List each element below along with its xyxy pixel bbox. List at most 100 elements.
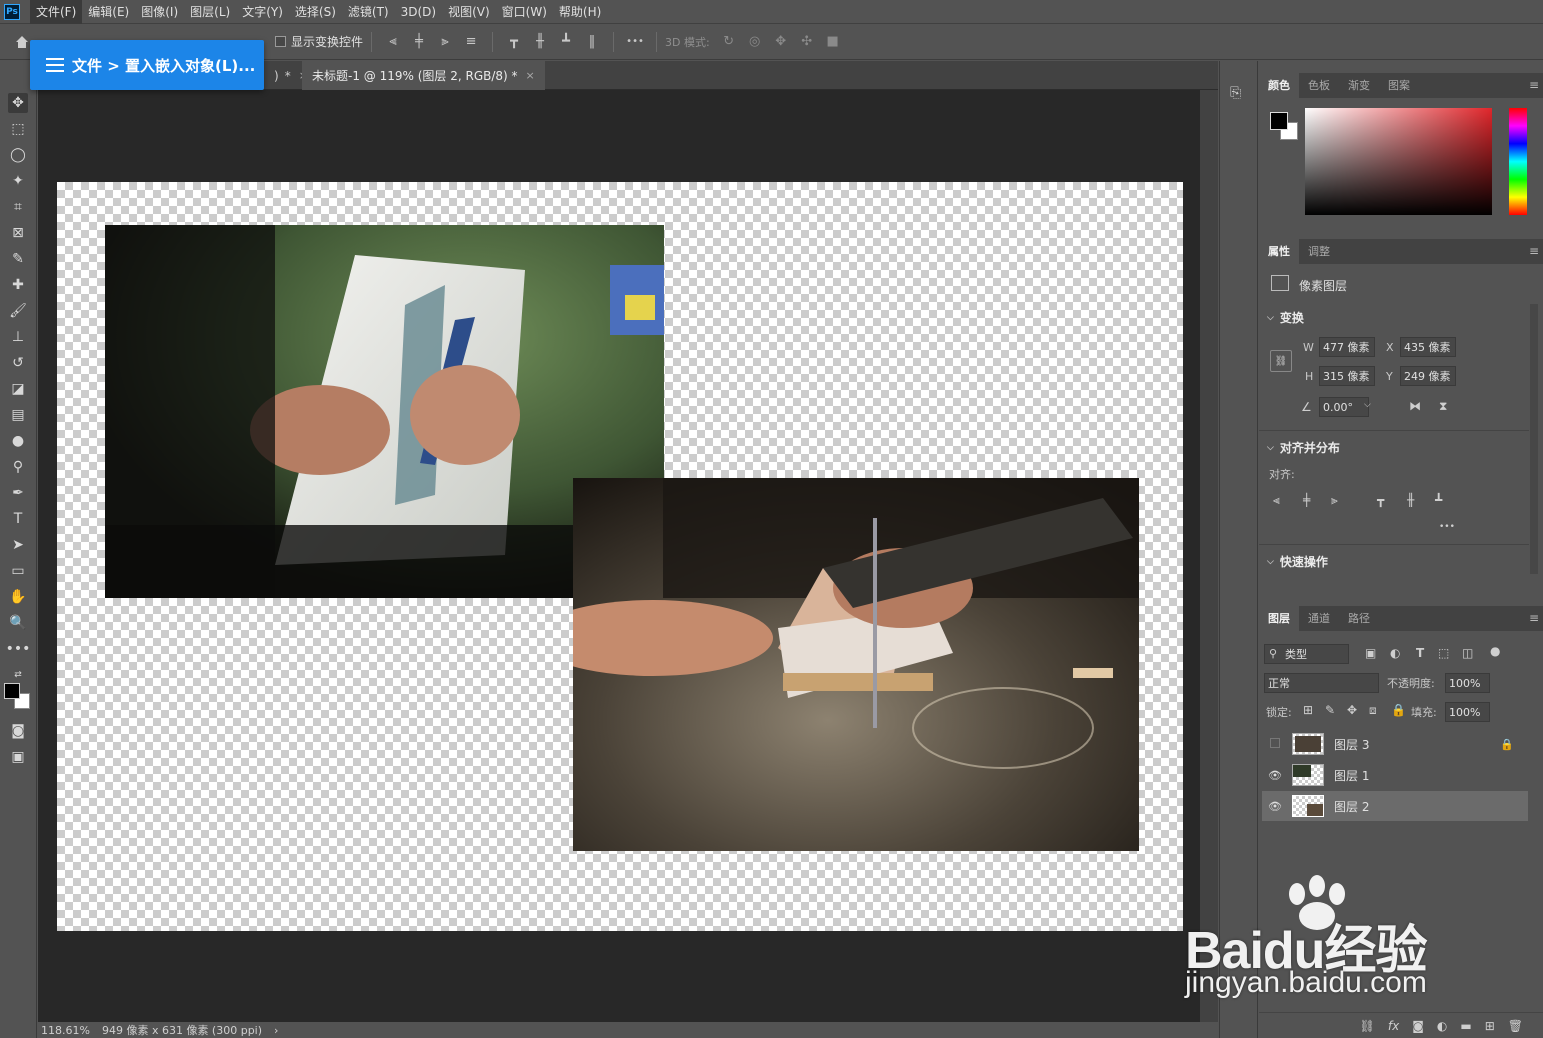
pen-tool-icon[interactable]: ✒ bbox=[8, 483, 28, 503]
add-mask-icon[interactable]: ◙ bbox=[1412, 1019, 1424, 1033]
layer-2-image[interactable] bbox=[573, 478, 1139, 851]
magic-wand-icon[interactable]: ✦ bbox=[8, 171, 28, 191]
align-left-icon[interactable]: ⫷ bbox=[1273, 493, 1280, 508]
show-transform-checkbox[interactable] bbox=[275, 36, 286, 47]
hand-tool-icon[interactable]: ✋ bbox=[8, 587, 28, 607]
tab-layers[interactable]: 图层 bbox=[1259, 606, 1299, 631]
3d-slide-icon[interactable]: ✣ bbox=[799, 34, 815, 50]
filter-adjustment-icon[interactable]: ◐ bbox=[1390, 646, 1400, 660]
menu-image[interactable]: 图像(I) bbox=[135, 0, 184, 24]
link-layers-icon[interactable]: ⛓ bbox=[1360, 1019, 1375, 1033]
panel-menu-icon[interactable]: ≡ bbox=[1529, 611, 1539, 625]
crop-tool-icon[interactable]: ⌗ bbox=[8, 197, 28, 217]
align-top-icon[interactable]: ┳ bbox=[506, 34, 522, 50]
tab-color[interactable]: 颜色 bbox=[1259, 73, 1299, 98]
align-section[interactable]: ⌵ 对齐并分布 bbox=[1267, 439, 1340, 456]
align-bottom-icon[interactable]: ┻ bbox=[558, 34, 574, 50]
flip-vertical-icon[interactable]: ⧗ bbox=[1439, 399, 1447, 414]
eraser-tool-icon[interactable]: ◪ bbox=[8, 379, 28, 399]
menu-file[interactable]: 文件(F) bbox=[30, 0, 83, 24]
3d-orbit-icon[interactable]: ↻ bbox=[721, 34, 737, 50]
quick-actions-section[interactable]: ⌵ 快速操作 bbox=[1267, 553, 1328, 570]
menu-edit[interactable]: 编辑(E) bbox=[82, 0, 135, 24]
filter-toggle-icon[interactable]: ● bbox=[1490, 644, 1500, 658]
tab-properties[interactable]: 属性 bbox=[1259, 239, 1299, 264]
flip-horizontal-icon[interactable]: ⧓ bbox=[1409, 399, 1421, 413]
align-hcenter-icon[interactable]: ╪ bbox=[1303, 493, 1310, 507]
layer-row-2[interactable]: 👁 图层 2 bbox=[1262, 791, 1528, 821]
foreground-color-swatch[interactable] bbox=[4, 683, 20, 699]
3d-camera-icon[interactable]: ■ bbox=[825, 34, 841, 50]
fill-field[interactable]: 100% bbox=[1445, 702, 1490, 722]
marquee-tool-icon[interactable]: ⬚ bbox=[8, 119, 28, 139]
quick-mask-icon[interactable]: ◙ bbox=[8, 721, 28, 741]
angle-field[interactable]: 0.00° bbox=[1319, 397, 1369, 417]
type-tool-icon[interactable]: T bbox=[8, 509, 28, 529]
zoom-level[interactable]: 118.61% bbox=[41, 1024, 90, 1037]
brush-tool-icon[interactable]: 🖌 bbox=[8, 301, 28, 321]
menu-view[interactable]: 视图(V) bbox=[442, 0, 496, 24]
color-foreground-swatch[interactable] bbox=[1270, 112, 1288, 130]
swap-colors-icon[interactable]: ⇄ bbox=[8, 665, 28, 685]
menu-3d[interactable]: 3D(D) bbox=[395, 0, 442, 24]
new-layer-icon[interactable]: ⊞ bbox=[1485, 1019, 1495, 1033]
dodge-tool-icon[interactable]: ⚲ bbox=[8, 457, 28, 477]
hue-slider[interactable] bbox=[1509, 108, 1527, 215]
move-tool-icon[interactable]: ✥ bbox=[8, 93, 28, 113]
color-picker-field[interactable] bbox=[1305, 108, 1492, 215]
align-left-icon[interactable]: ⫷ bbox=[385, 34, 401, 50]
align-top-icon[interactable]: ┳ bbox=[1377, 493, 1384, 507]
tab-patterns[interactable]: 图案 bbox=[1379, 73, 1419, 98]
lock-position-icon[interactable]: ✥ bbox=[1347, 703, 1357, 717]
tab-adjustments[interactable]: 调整 bbox=[1299, 239, 1339, 264]
align-bottom-icon[interactable]: ┻ bbox=[1435, 493, 1442, 507]
tab-swatches[interactable]: 色板 bbox=[1299, 73, 1339, 98]
fx-icon[interactable]: fx bbox=[1388, 1019, 1399, 1033]
menu-select[interactable]: 选择(S) bbox=[289, 0, 342, 24]
y-field[interactable]: 249 像素 bbox=[1400, 366, 1456, 386]
panel-menu-icon[interactable]: ≡ bbox=[1529, 78, 1539, 92]
chevron-down-icon[interactable]: ⌵ bbox=[1364, 400, 1371, 410]
close-icon[interactable]: × bbox=[526, 69, 535, 82]
menu-window[interactable]: 窗口(W) bbox=[496, 0, 553, 24]
filter-type-icon[interactable]: T bbox=[1416, 646, 1424, 660]
3d-roll-icon[interactable]: ◎ bbox=[747, 34, 763, 50]
adjustment-layer-icon[interactable]: ◐ bbox=[1437, 1019, 1447, 1033]
layer-name[interactable]: 图层 3 bbox=[1334, 736, 1369, 753]
layer-row-1[interactable]: 👁 图层 1 bbox=[1262, 760, 1528, 790]
opacity-field[interactable]: 100% bbox=[1445, 673, 1490, 693]
layer-row-3[interactable]: 图层 3 🔒 bbox=[1262, 729, 1528, 759]
document-canvas[interactable] bbox=[57, 182, 1183, 931]
lock-transparency-icon[interactable]: ⊞ bbox=[1303, 703, 1313, 717]
group-folder-icon[interactable]: ▬ bbox=[1460, 1019, 1471, 1033]
tab-active-doc[interactable]: 未标题-1 @ 119% (图层 2, RGB/8) * × bbox=[302, 61, 545, 90]
distribute-icon[interactable]: ≡ bbox=[463, 34, 479, 50]
stamp-tool-icon[interactable]: ⊥ bbox=[8, 327, 28, 347]
eyedropper-icon[interactable]: ✎ bbox=[8, 249, 28, 269]
blend-mode-select[interactable]: 正常 bbox=[1264, 673, 1379, 693]
home-icon[interactable] bbox=[14, 34, 30, 50]
distribute-v-icon[interactable]: ‖ bbox=[584, 34, 600, 50]
gradient-tool-icon[interactable]: ▤ bbox=[8, 405, 28, 425]
eye-icon[interactable]: 👁 bbox=[1268, 800, 1282, 813]
status-arrow-icon[interactable]: › bbox=[274, 1024, 278, 1037]
menu-filter[interactable]: 滤镜(T) bbox=[342, 0, 395, 24]
frame-tool-icon[interactable]: ⊠ bbox=[8, 223, 28, 243]
more-tools-icon[interactable]: ••• bbox=[6, 639, 31, 659]
properties-scrollbar[interactable] bbox=[1530, 304, 1538, 574]
lasso-tool-icon[interactable]: ◯ bbox=[8, 145, 28, 165]
screen-mode-icon[interactable]: ▣ bbox=[8, 747, 28, 767]
rectangle-tool-icon[interactable]: ▭ bbox=[8, 561, 28, 581]
tab-paths[interactable]: 路径 bbox=[1339, 606, 1379, 631]
height-field[interactable]: 315 像素 bbox=[1319, 366, 1375, 386]
filter-smart-icon[interactable]: ◫ bbox=[1462, 646, 1473, 660]
filter-shape-icon[interactable]: ⬚ bbox=[1438, 646, 1449, 660]
tab-channels[interactable]: 通道 bbox=[1299, 606, 1339, 631]
layer-name[interactable]: 图层 1 bbox=[1334, 767, 1369, 784]
more-options-icon[interactable]: ••• bbox=[626, 34, 644, 50]
panel-menu-icon[interactable]: ≡ bbox=[1529, 244, 1539, 258]
history-panel-icon[interactable]: ⎘ bbox=[1230, 85, 1241, 101]
align-hcenter-icon[interactable]: ╪ bbox=[411, 34, 427, 50]
align-vcenter-icon[interactable]: ╫ bbox=[1407, 493, 1414, 507]
x-field[interactable]: 435 像素 bbox=[1400, 337, 1456, 357]
